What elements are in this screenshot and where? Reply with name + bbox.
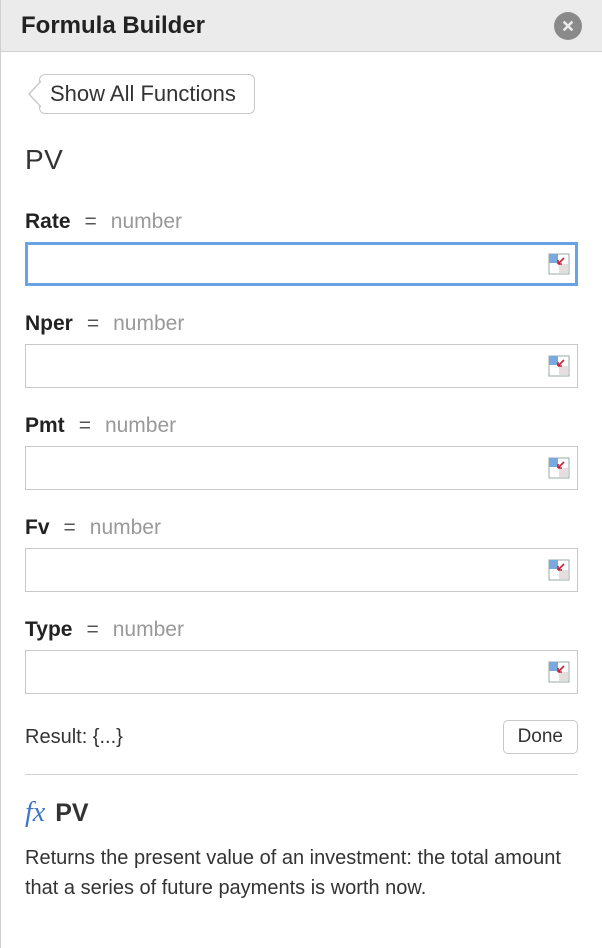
- arg-input-wrap: [25, 242, 578, 286]
- arg-label-row: Pmt = number: [25, 414, 578, 438]
- arg-label-row: Fv = number: [25, 516, 578, 540]
- function-name-title: PV: [25, 144, 578, 176]
- cell-selector-icon[interactable]: [548, 253, 570, 275]
- arg-label-row: Type = number: [25, 618, 578, 642]
- arg-equals: =: [85, 210, 97, 234]
- arg-group-nper: Nper = number: [25, 312, 578, 388]
- description-heading: fx PV: [25, 797, 578, 829]
- result-text: Result: {...}: [25, 726, 123, 749]
- panel-title: Formula Builder: [21, 12, 205, 40]
- show-all-functions-button[interactable]: Show All Functions: [39, 74, 255, 114]
- arg-type: number: [113, 618, 184, 642]
- arg-type: number: [111, 210, 182, 234]
- arg-input-pmt[interactable]: [25, 446, 578, 490]
- arguments-list: Rate = number Nper = number Pmt = number Fv = numbe…: [25, 210, 578, 694]
- arg-name: Fv: [25, 516, 50, 540]
- arg-input-wrap: [25, 650, 578, 694]
- arg-equals: =: [87, 312, 99, 336]
- arg-type: number: [90, 516, 161, 540]
- panel-header: Formula Builder: [1, 0, 602, 52]
- arg-input-nper[interactable]: [25, 344, 578, 388]
- cell-selector-icon[interactable]: [548, 355, 570, 377]
- arg-input-rate[interactable]: [25, 242, 578, 286]
- result-row: Result: {...} Done: [25, 720, 578, 774]
- arg-label-row: Nper = number: [25, 312, 578, 336]
- arg-type: number: [113, 312, 184, 336]
- fx-icon: fx: [25, 797, 45, 829]
- arg-group-fv: Fv = number: [25, 516, 578, 592]
- description-text: Returns the present value of an investme…: [25, 843, 578, 903]
- arg-name: Pmt: [25, 414, 65, 438]
- close-icon: [561, 19, 575, 33]
- arg-equals: =: [79, 414, 91, 438]
- arg-input-wrap: [25, 548, 578, 592]
- arg-input-wrap: [25, 446, 578, 490]
- arg-name: Nper: [25, 312, 73, 336]
- description-section: fx PV Returns the present value of an in…: [25, 775, 578, 903]
- arg-group-pmt: Pmt = number: [25, 414, 578, 490]
- cell-selector-icon[interactable]: [548, 661, 570, 683]
- panel-content: Show All Functions PV Rate = number Nper = nu…: [1, 52, 602, 903]
- arg-group-type: Type = number: [25, 618, 578, 694]
- arg-name: Rate: [25, 210, 71, 234]
- close-button[interactable]: [554, 12, 582, 40]
- arg-label-row: Rate = number: [25, 210, 578, 234]
- cell-selector-icon[interactable]: [548, 559, 570, 581]
- arg-type: number: [105, 414, 176, 438]
- description-func-name: PV: [55, 799, 88, 828]
- arg-input-wrap: [25, 344, 578, 388]
- arg-input-fv[interactable]: [25, 548, 578, 592]
- cell-selector-icon[interactable]: [548, 457, 570, 479]
- arg-equals: =: [86, 618, 98, 642]
- arg-group-rate: Rate = number: [25, 210, 578, 286]
- done-button[interactable]: Done: [503, 720, 578, 754]
- arg-name: Type: [25, 618, 72, 642]
- formula-builder-panel: Formula Builder Show All Functions PV Ra…: [0, 0, 602, 948]
- arg-input-type[interactable]: [25, 650, 578, 694]
- breadcrumb-label: Show All Functions: [50, 81, 236, 107]
- arg-equals: =: [64, 516, 76, 540]
